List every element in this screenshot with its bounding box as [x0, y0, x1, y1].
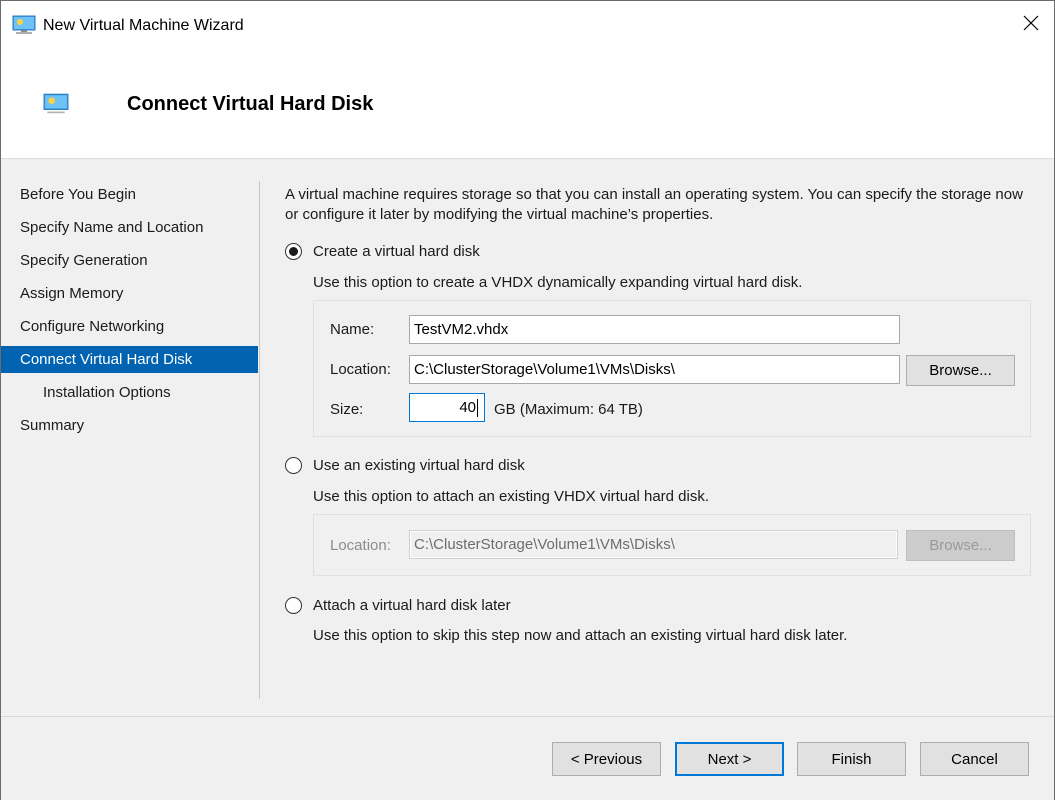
size-input[interactable]: 40: [409, 393, 485, 422]
radio-label: Use an existing virtual hard disk: [313, 457, 525, 474]
title-bar: New Virtual Machine Wizard: [1, 1, 1054, 49]
close-button[interactable]: [1008, 1, 1054, 49]
window-title: New Virtual Machine Wizard: [43, 17, 244, 34]
page-title: Connect Virtual Hard Disk: [127, 93, 374, 115]
step-specify-name-and-location[interactable]: Specify Name and Location: [1, 211, 258, 244]
option-description: Use this option to attach an existing VH…: [313, 488, 710, 505]
wizard-steps: Before You Begin Specify Name and Locati…: [1, 178, 258, 442]
previous-button[interactable]: < Previous: [552, 742, 661, 776]
radio-label: Create a virtual hard disk: [313, 243, 480, 260]
create-disk-group: Name: TestVM2.vhdx Location: C:\ClusterS…: [313, 300, 1031, 437]
sidebar-divider: [259, 181, 260, 699]
close-icon: [1023, 15, 1039, 35]
radio-create-virtual-hard-disk[interactable]: Create a virtual hard disk: [285, 243, 480, 260]
existing-disk-group: Location: C:\ClusterStorage\Volume1\VMs\…: [313, 514, 1031, 576]
size-label: Size:: [330, 401, 364, 418]
size-unit-label: GB (Maximum: 64 TB): [494, 401, 643, 418]
radio-button-selected[interactable]: [285, 243, 302, 260]
next-button[interactable]: Next >: [675, 742, 784, 776]
size-value: 40: [459, 399, 476, 416]
existing-browse-button[interactable]: Browse...: [906, 530, 1015, 561]
location-label: Location:: [330, 361, 391, 378]
wizard-header: Connect Virtual Hard Disk: [1, 49, 1054, 159]
location-input[interactable]: C:\ClusterStorage\Volume1\VMs\Disks\: [409, 355, 900, 384]
text-caret: [477, 399, 478, 418]
radio-use-existing-virtual-hard-disk[interactable]: Use an existing virtual hard disk: [285, 457, 525, 474]
name-label: Name:: [330, 321, 375, 338]
step-summary[interactable]: Summary: [1, 409, 258, 442]
step-configure-networking[interactable]: Configure Networking: [1, 310, 258, 343]
intro-text: A virtual machine requires storage so th…: [285, 186, 1023, 223]
existing-location-input[interactable]: C:\ClusterStorage\Volume1\VMs\Disks\: [409, 530, 898, 559]
radio-button[interactable]: [285, 457, 302, 474]
step-installation-options[interactable]: Installation Options: [1, 376, 258, 409]
radio-attach-virtual-hard-disk-later[interactable]: Attach a virtual hard disk later: [285, 597, 511, 614]
existing-location-label: Location:: [330, 537, 391, 554]
wizard-window: New Virtual Machine Wizard Connect Virtu…: [0, 0, 1055, 800]
step-assign-memory[interactable]: Assign Memory: [1, 277, 258, 310]
option-description: Use this option to create a VHDX dynamic…: [313, 274, 803, 291]
radio-button[interactable]: [285, 597, 302, 614]
finish-button[interactable]: Finish: [797, 742, 906, 776]
step-specify-generation[interactable]: Specify Generation: [1, 244, 258, 277]
radio-label: Attach a virtual hard disk later: [313, 597, 511, 614]
step-connect-virtual-hard-disk[interactable]: Connect Virtual Hard Disk: [1, 346, 258, 373]
step-before-you-begin[interactable]: Before You Begin: [1, 178, 258, 211]
browse-button[interactable]: Browse...: [906, 355, 1015, 386]
virtual-machine-icon: [43, 93, 69, 115]
cancel-button[interactable]: Cancel: [920, 742, 1029, 776]
option-description: Use this option to skip this step now an…: [313, 627, 848, 644]
footer-divider: [1, 716, 1054, 717]
name-input[interactable]: TestVM2.vhdx: [409, 315, 900, 344]
virtual-machine-icon: [12, 15, 36, 35]
